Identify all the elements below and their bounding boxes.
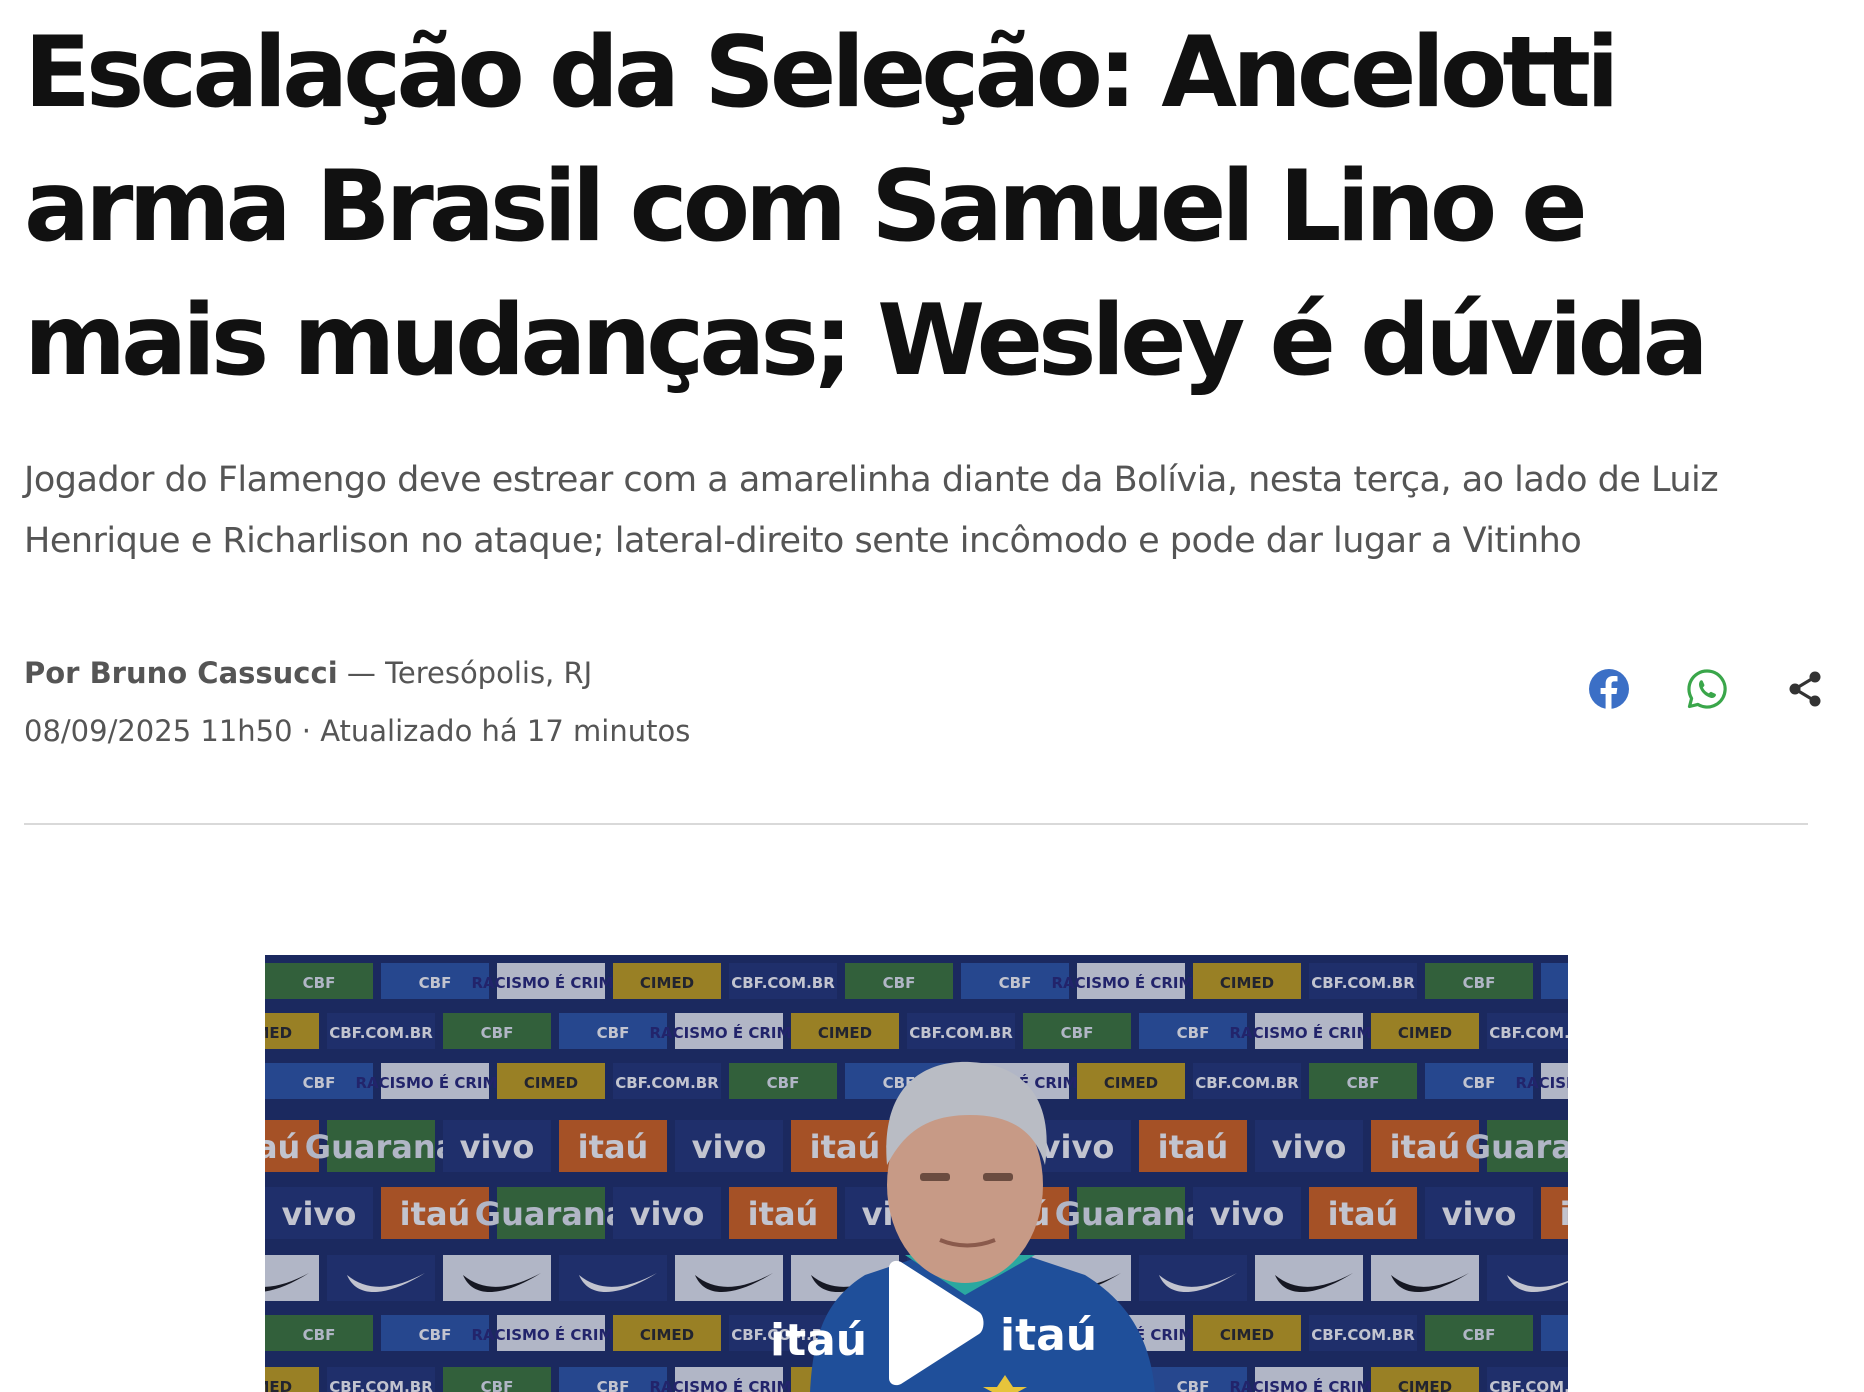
byline-location: — Teresópolis, RJ xyxy=(337,656,593,690)
byline-author[interactable]: Por Bruno Cassucci xyxy=(24,656,338,690)
shirt-sponsor-text-right: itaú xyxy=(1000,1310,1097,1361)
byline: Por Bruno Cassucci — Teresópolis, RJ 08/… xyxy=(24,644,690,760)
article: Escalação da Seleção: Ancelotti arma Bra… xyxy=(24,0,1821,1392)
article-subtitle: Jogador do Flamengo deve estrear com a a… xyxy=(24,460,1719,561)
byline-datetime: 08/09/2025 11h50 · Atualizado há 17 minu… xyxy=(24,714,691,748)
article-headline: Escalação da Seleção: Ancelotti arma Bra… xyxy=(24,16,1709,398)
facebook-share-button[interactable] xyxy=(1588,668,1630,710)
facebook-icon xyxy=(1589,669,1629,709)
byline-author-line: Por Bruno Cassucci — Teresópolis, RJ xyxy=(24,644,690,702)
generic-share-button[interactable] xyxy=(1784,668,1826,710)
video-player[interactable]: CBF CBF RACISMO É CRIME! CIMED CBF.COM.BR CBF… xyxy=(265,955,1568,1392)
shirt-sponsor-text: itaú xyxy=(770,1315,867,1366)
play-icon[interactable] xyxy=(875,1260,985,1386)
whatsapp-icon xyxy=(1687,669,1727,709)
article-divider xyxy=(24,823,1808,825)
share-icon xyxy=(1789,671,1821,707)
share-bar xyxy=(1588,668,1826,710)
whatsapp-share-button[interactable] xyxy=(1686,668,1728,710)
